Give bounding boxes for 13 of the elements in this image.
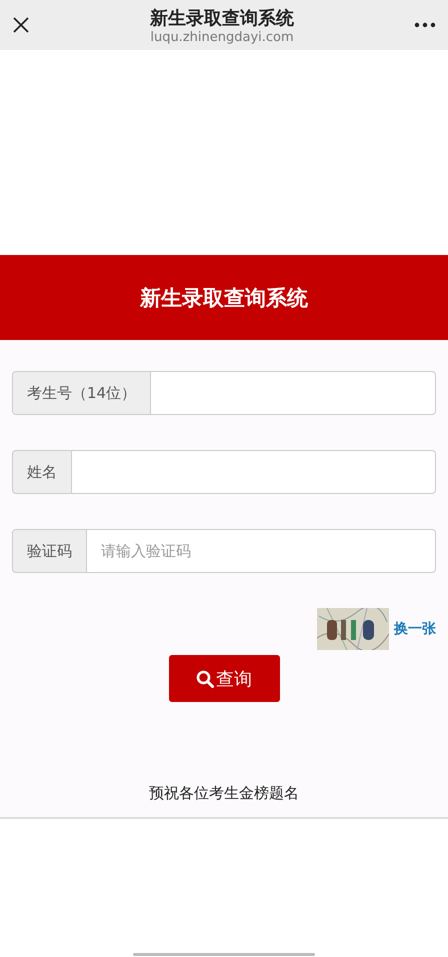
field-label: 姓名 [12,450,72,494]
field-label: 验证码 [12,529,87,573]
page-url: luqu.zhinengdayi.com [150,30,294,44]
input-field[interactable] [72,450,436,494]
search-button[interactable]: 查询 [168,655,280,702]
footer-text: 预祝各位考生金榜题名 [149,784,299,803]
input-field[interactable] [151,371,436,415]
refresh-link[interactable]: 换一张 [394,620,436,638]
page-title: 新生录取查询系统 [150,6,294,30]
search-icon [196,670,214,688]
input-field[interactable]: 请输入验证码 [87,529,436,573]
banner-title: 新生录取查询系统 [140,284,308,312]
field-label: 考生号（14位） [12,371,152,415]
